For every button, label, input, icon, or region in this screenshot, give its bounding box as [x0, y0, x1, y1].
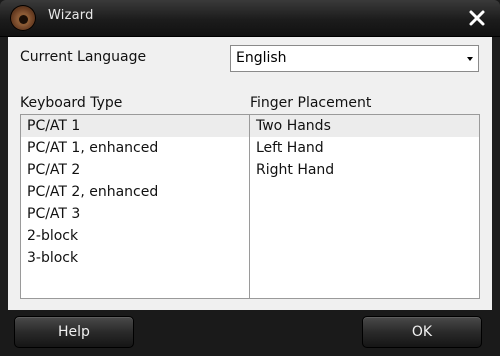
list-item[interactable]: PC/AT 3	[21, 203, 249, 225]
list-item[interactable]: PC/AT 1, enhanced	[21, 137, 249, 159]
list-item[interactable]: Left Hand	[250, 137, 479, 159]
list-item[interactable]: Right Hand	[250, 159, 479, 181]
list-item[interactable]: 2-block	[21, 225, 249, 247]
window-title: Wizard	[48, 8, 94, 23]
finger-placement-label: Finger Placement	[250, 95, 372, 111]
button-bar: Help OK	[0, 310, 500, 356]
eye-app-icon	[10, 5, 36, 31]
keyboard-type-label: Keyboard Type	[20, 95, 123, 111]
dropdown-arrow-icon[interactable]	[462, 46, 478, 71]
current-language-label: Current Language	[20, 49, 147, 65]
ok-button[interactable]: OK	[362, 316, 482, 348]
list-item[interactable]: PC/AT 2, enhanced	[21, 181, 249, 203]
keyboard-type-list[interactable]: PC/AT 1 PC/AT 1, enhanced PC/AT 2 PC/AT …	[20, 114, 250, 299]
list-item[interactable]: PC/AT 1	[21, 115, 249, 137]
content-panel: Current Language English Keyboard Type F…	[8, 37, 492, 310]
finger-placement-list[interactable]: Two Hands Left Hand Right Hand	[249, 114, 480, 299]
title-bar[interactable]: Wizard	[0, 0, 500, 37]
language-select-value: English	[236, 50, 287, 66]
list-item[interactable]: Two Hands	[250, 115, 479, 137]
close-icon[interactable]	[464, 5, 490, 31]
list-item[interactable]: 3-block	[21, 247, 249, 269]
wizard-window: Wizard Current Language English Keyboard…	[0, 0, 500, 356]
help-button[interactable]: Help	[14, 316, 134, 348]
list-item[interactable]: PC/AT 2	[21, 159, 249, 181]
language-select[interactable]: English	[230, 45, 479, 72]
